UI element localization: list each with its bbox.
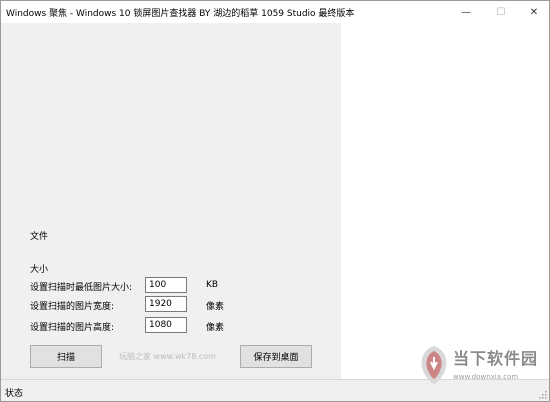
- maximize-button[interactable]: ☐: [484, 1, 518, 23]
- size-label: 大小: [30, 265, 49, 275]
- close-button[interactable]: ✕: [517, 1, 550, 23]
- close-icon: ✕: [529, 6, 539, 18]
- image-preview-area: [341, 23, 549, 379]
- downxia-logo-icon: [421, 346, 447, 384]
- width-label: 设置扫描的图片宽度:: [30, 302, 115, 312]
- title-bar[interactable]: Windows 聚焦 - Windows 10 锁屏图片查找器 BY 湖边的稻草…: [1, 1, 549, 23]
- width-input[interactable]: [145, 296, 187, 312]
- window-title: Windows 聚焦 - Windows 10 锁屏图片查找器 BY 湖边的稻草…: [6, 9, 355, 19]
- status-text: 状态: [5, 389, 24, 399]
- maximize-icon: ☐: [496, 6, 506, 18]
- control-panel: 文件 大小 设置扫描时最低图片大小: KB 设置扫描的图片宽度: 像素 设置扫描…: [1, 23, 341, 379]
- brand-name: 当下软件园: [453, 349, 539, 368]
- app-window: Windows 聚焦 - Windows 10 锁屏图片查找器 BY 湖边的稻草…: [0, 0, 550, 402]
- height-label: 设置扫描的图片高度:: [30, 323, 115, 333]
- min-size-label: 设置扫描时最低图片大小:: [30, 283, 133, 293]
- height-input[interactable]: [145, 317, 187, 333]
- width-unit: 像素: [206, 302, 225, 312]
- min-size-unit: KB: [206, 280, 219, 290]
- scan-button[interactable]: 扫描: [30, 345, 102, 368]
- minimize-icon: —: [461, 6, 471, 18]
- save-to-desktop-button[interactable]: 保存到桌面: [240, 345, 312, 368]
- min-size-input[interactable]: [145, 277, 187, 293]
- file-label: 文件: [30, 232, 49, 242]
- watermark-text: 玩脑之家 www.wk78.com: [119, 352, 216, 361]
- brand-url: www.downxia.com: [453, 373, 519, 381]
- site-watermark: 当下软件园 www.downxia.com: [413, 343, 543, 391]
- height-unit: 像素: [206, 323, 225, 333]
- resize-grip-icon[interactable]: [538, 390, 547, 399]
- minimize-button[interactable]: —: [449, 1, 483, 23]
